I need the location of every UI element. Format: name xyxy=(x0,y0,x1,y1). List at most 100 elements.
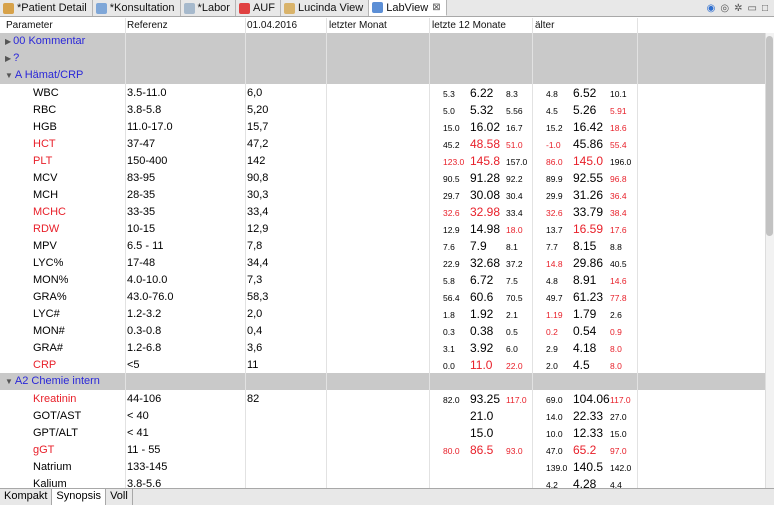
group-label[interactable]: ▼ A Hämat/CRP xyxy=(5,69,83,81)
tab-voll[interactable]: Voll xyxy=(106,489,133,505)
table-row[interactable]: MCV 83-95 90,8 90.5 91.28 92.2 89.9 92.55 96.8 xyxy=(0,169,765,186)
maximize-icon[interactable]: □ xyxy=(762,3,768,14)
group-row[interactable]: ▼ A Hämat/CRP xyxy=(0,67,765,84)
col-header-older[interactable]: älter xyxy=(535,20,554,31)
reference-range: 10-15 xyxy=(127,223,156,235)
settings-icon[interactable]: ✲ xyxy=(734,3,742,14)
tab-synopsis[interactable]: Synopsis xyxy=(52,489,107,505)
last-12-months-min: 82.0 xyxy=(443,395,460,405)
tab-patient-detail[interactable]: *Patient Detail xyxy=(0,0,93,16)
parameter-name: HCT xyxy=(33,138,56,150)
table-row[interactable]: LYC# 1.2-3.2 2,0 1.8 1.92 2.1 1.19 1.79 2.6 xyxy=(0,305,765,322)
scrollbar-thumb[interactable] xyxy=(766,36,773,236)
table-row[interactable]: MCH 28-35 30,3 29.7 30.08 30.4 29.9 31.26 36.4 xyxy=(0,186,765,203)
older-min: 1.19 xyxy=(546,310,563,320)
older-max: 2.6 xyxy=(610,310,622,320)
table-row[interactable]: MCHC 33-35 33,4 32.6 32.98 33.4 32.6 33.79 38.4 xyxy=(0,203,765,220)
lab-results-table: ▶ 00 Kommentar ▶? ▼ A Hämat/CRP WBC 3.5-11.0 6,… xyxy=(0,33,765,488)
table-row[interactable]: Kalium 3.8-5.6 4.2 4.28 4.4 xyxy=(0,475,765,488)
last-12-months-max: 5.56 xyxy=(506,106,523,116)
reference-range: 6.5 - 11 xyxy=(127,240,164,252)
last-12-months-min: 0.3 xyxy=(443,327,455,337)
table-row[interactable]: GPT/ALT < 41 15.0 10.0 12.33 15.0 xyxy=(0,424,765,441)
collapsed-arrow-icon[interactable]: ▶ xyxy=(5,54,11,63)
group-row[interactable]: ▶ 00 Kommentar xyxy=(0,33,765,50)
last-12-months-mean: 91.28 xyxy=(470,171,501,185)
reference-range: 150-400 xyxy=(127,155,168,167)
col-header-referenz[interactable]: Referenz xyxy=(127,20,168,31)
table-row[interactable]: MON# 0.3-0.8 0,4 0.3 0.38 0.5 0.2 0.54 0.9 xyxy=(0,322,765,339)
value-01-04-2016: 12,9 xyxy=(247,223,269,235)
collapsed-arrow-icon[interactable]: ▶ xyxy=(5,37,11,46)
last-12-months-mean: 6.72 xyxy=(470,273,494,287)
older-max: 8.8 xyxy=(610,242,622,252)
view-toolbar: ◉ ◎ ✲ ▭ □ xyxy=(707,0,774,16)
col-header-last-month[interactable]: letzter Monat xyxy=(329,20,387,31)
expanded-arrow-icon[interactable]: ▼ xyxy=(5,377,13,386)
col-header-date[interactable]: 01.04.2016 xyxy=(247,20,297,31)
older-mean: 16.59 xyxy=(573,222,604,236)
older-mean: 104.06 xyxy=(573,392,610,406)
older-min: 14.0 xyxy=(546,412,563,422)
last-12-months-min: 1.8 xyxy=(443,310,455,320)
reference-range: 33-35 xyxy=(127,206,156,218)
table-row[interactable]: RBC 3.8-5.8 5,20 5.0 5.32 5.56 4.5 5.26 5.91 xyxy=(0,101,765,118)
last-12-months-max: 2.1 xyxy=(506,310,518,320)
table-row[interactable]: GRA# 1.2-6.8 3,6 3.1 3.92 6.0 2.9 4.18 8.0 xyxy=(0,339,765,356)
older-mean: 22.33 xyxy=(573,409,604,423)
last-12-months-max: 7.5 xyxy=(506,276,518,286)
patient-icon xyxy=(3,2,14,14)
tab-labor[interactable]: *Labor xyxy=(181,0,236,16)
table-row[interactable]: HGB 11.0-17.0 15,7 15.0 16.02 16.7 15.2 16.42 18… xyxy=(0,118,765,135)
table-row[interactable]: Natrium 133-145 139.0 140.5 142.0 xyxy=(0,458,765,475)
table-row[interactable]: MON% 4.0-10.0 7,3 5.8 6.72 7.5 4.8 8.91 14.6 xyxy=(0,271,765,288)
table-row[interactable]: CRP <5 11 0.0 11.0 22.0 2.0 4.5 8.0 xyxy=(0,356,765,373)
older-min: 32.6 xyxy=(546,208,563,218)
table-row[interactable]: RDW 10-15 12,9 12.9 14.98 18.0 13.7 16.59 17.6 xyxy=(0,220,765,237)
last-12-months-max: 18.0 xyxy=(506,225,523,235)
column-divider xyxy=(245,18,246,488)
table-row[interactable]: PLT 150-400 142 123.0 145.8 157.0 86.0 145.0 196… xyxy=(0,152,765,169)
older-max: 38.4 xyxy=(610,208,627,218)
expanded-arrow-icon[interactable]: ▼ xyxy=(5,71,13,80)
tab-labview[interactable]: LabView ⊠ xyxy=(369,0,447,16)
tab-lucinda-view[interactable]: Lucinda View xyxy=(281,0,370,16)
table-row[interactable]: GOT/AST < 40 21.0 14.0 22.33 27.0 xyxy=(0,407,765,424)
close-icon[interactable]: ⊠ xyxy=(432,2,440,13)
older-mean: 0.54 xyxy=(573,324,597,338)
group-label[interactable]: ▶ 00 Kommentar xyxy=(5,35,85,47)
older-mean: 5.26 xyxy=(573,103,597,117)
table-row[interactable]: Kreatinin 44-106 82 82.0 93.25 117.0 69.0 104.0… xyxy=(0,390,765,407)
older-max: 27.0 xyxy=(610,412,627,422)
last-12-months-min: 32.6 xyxy=(443,208,460,218)
globe-icon[interactable]: ◉ xyxy=(707,3,716,14)
table-row[interactable]: GRA% 43.0-76.0 58,3 56.4 60.6 70.5 49.7 61.23 77… xyxy=(0,288,765,305)
parameter-name: LYC% xyxy=(33,257,64,269)
table-row[interactable]: WBC 3.5-11.0 6,0 5.3 6.22 8.3 4.8 6.52 10.1 xyxy=(0,84,765,101)
older-min: 2.0 xyxy=(546,361,558,371)
eye-icon[interactable]: ◎ xyxy=(720,3,729,14)
group-label[interactable]: ▼ A2 Chemie intern xyxy=(5,375,100,387)
tab-auf[interactable]: AUF xyxy=(236,0,281,16)
older-mean: 6.52 xyxy=(573,86,597,100)
value-01-04-2016: 6,0 xyxy=(247,87,263,99)
group-row[interactable]: ▶? xyxy=(0,50,765,67)
table-row[interactable]: MPV 6.5 - 11 7,8 7.6 7.9 8.1 7.7 8.15 8.8 xyxy=(0,237,765,254)
group-title: A2 Chemie intern xyxy=(14,375,100,387)
last-12-months-mean: 14.98 xyxy=(470,222,501,236)
table-row[interactable]: LYC% 17-48 34,4 22.9 32.68 37.2 14.8 29.86 40.5 xyxy=(0,254,765,271)
table-row[interactable]: HCT 37-47 47,2 45.2 48.58 51.0 -1.0 45.86 55.4 xyxy=(0,135,765,152)
col-header-last-12-months[interactable]: letzte 12 Monate xyxy=(432,20,506,31)
tab-konsultation[interactable]: *Konsultation xyxy=(93,0,181,16)
older-mean: 16.42 xyxy=(573,120,604,134)
minimize-icon[interactable]: ▭ xyxy=(748,3,757,14)
parameter-name: CRP xyxy=(33,359,57,371)
group-label[interactable]: ▶? xyxy=(5,52,19,64)
tab-kompakt[interactable]: Kompakt xyxy=(0,489,53,505)
col-header-parameter[interactable]: Parameter xyxy=(6,20,53,31)
table-row[interactable]: gGT 11 - 55 80.0 86.5 93.0 47.0 65.2 97.0 xyxy=(0,441,765,458)
group-row[interactable]: ▼ A2 Chemie intern xyxy=(0,373,765,390)
column-divider xyxy=(326,18,327,488)
older-min: 49.7 xyxy=(546,293,563,303)
last-12-months-max: 70.5 xyxy=(506,293,523,303)
